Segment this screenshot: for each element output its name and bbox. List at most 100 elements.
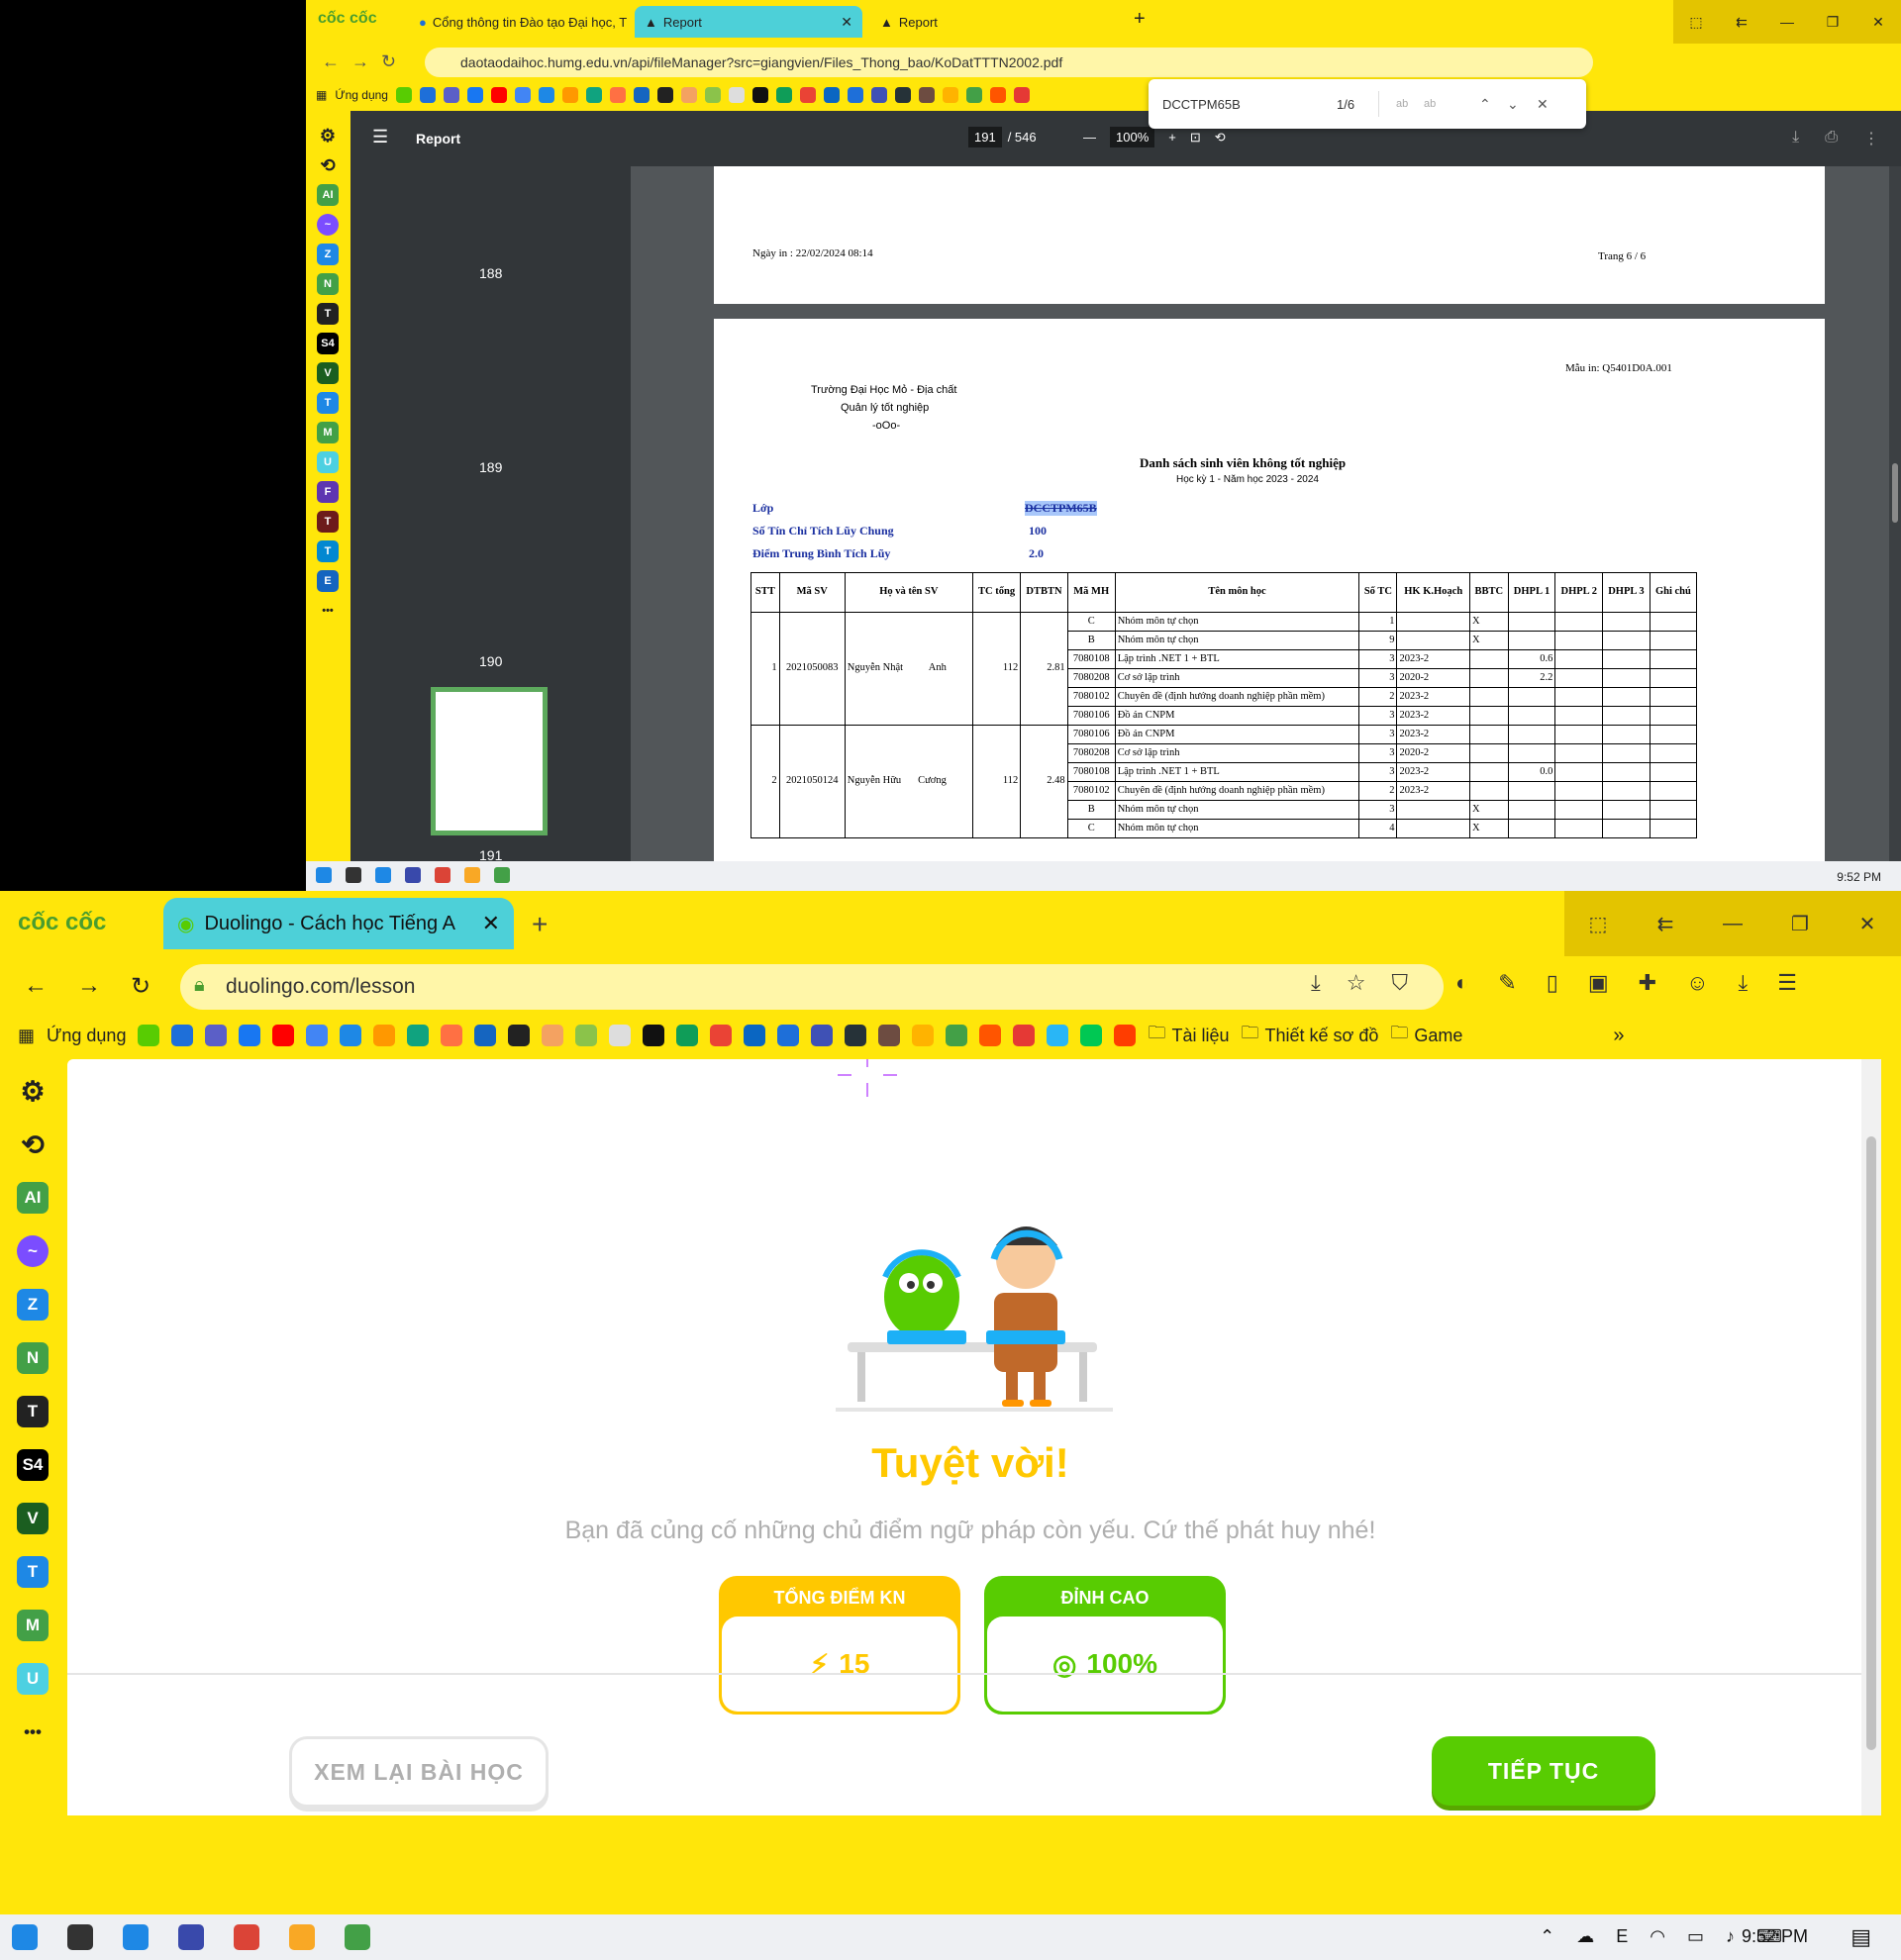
address-bar[interactable]: 🔒︎ duolingo.com/lesson xyxy=(180,964,1444,1010)
v-app-icon[interactable]: V xyxy=(17,1503,49,1534)
bot-icon[interactable] xyxy=(845,1025,867,1046)
gear-icon[interactable]: ⚙ xyxy=(317,125,339,147)
flag-icon[interactable] xyxy=(633,87,650,103)
u-app-icon[interactable]: U xyxy=(17,1663,49,1695)
ai-icon[interactable]: AI xyxy=(17,1182,49,1214)
thumb-number[interactable]: 188 xyxy=(479,265,502,281)
zoom-in-icon[interactable]: + xyxy=(1168,130,1176,145)
star-icon[interactable] xyxy=(847,87,863,103)
battery-icon[interactable]: ▭ xyxy=(1687,1926,1704,1947)
t-app-icon[interactable]: T xyxy=(317,303,339,325)
close-window-button[interactable]: ✕ xyxy=(1855,0,1901,44)
va-icon[interactable] xyxy=(751,87,768,103)
folder-icon[interactable] xyxy=(289,1924,315,1950)
rotate-icon[interactable]: ⟲ xyxy=(1215,130,1226,146)
thumbnail-selected[interactable] xyxy=(431,687,548,835)
whole-word-icon[interactable]: ab xyxy=(1424,98,1436,110)
chrome-icon[interactable] xyxy=(234,1924,259,1950)
zalo-icon[interactable] xyxy=(123,1924,149,1950)
soundcloud-icon[interactable] xyxy=(989,87,1006,103)
more-options-icon[interactable]: ⋮ xyxy=(1863,129,1879,148)
find-prev-icon[interactable]: ⌃ xyxy=(1479,96,1491,113)
download-icon[interactable]: ⤓ xyxy=(1739,970,1749,996)
new-tab-button[interactable]: + xyxy=(1134,8,1146,31)
extension-color-icon[interactable]: ◐ xyxy=(1455,970,1468,996)
restore-button[interactable]: ❐ xyxy=(1766,891,1834,956)
tab-duolingo[interactable]: ◉ Duolingo - Cách học Tiếng A ✕ xyxy=(163,898,514,949)
more-bookmarks-icon[interactable]: » xyxy=(1613,1025,1624,1047)
person-icon[interactable] xyxy=(918,87,935,103)
menu-icon[interactable]: ☰ xyxy=(372,127,388,147)
shield-icon[interactable]: ⛉ xyxy=(1391,970,1408,996)
grammarly-icon[interactable] xyxy=(704,87,721,103)
clock[interactable]: 9:52 PM xyxy=(1837,870,1881,884)
zalo-icon[interactable]: Z xyxy=(317,244,339,265)
extension-phone-icon[interactable]: ▯ xyxy=(1547,970,1558,996)
avatar-icon[interactable] xyxy=(680,87,697,103)
cloud-icon[interactable]: ☁︎ xyxy=(1576,1926,1594,1947)
print-icon[interactable]: ⎙ xyxy=(1825,129,1838,148)
flag-icon[interactable] xyxy=(474,1025,497,1046)
sidebar-toggle-icon[interactable]: ⇇ xyxy=(1632,891,1699,956)
history-icon[interactable]: ⟲ xyxy=(17,1128,49,1160)
b-icon[interactable] xyxy=(946,1025,968,1046)
tab-portal[interactable]: ● Cổng thông tin Đào tạo Đại học, T xyxy=(409,6,627,38)
bird-icon[interactable] xyxy=(1047,1025,1069,1046)
coccoc-logo[interactable]: cốc cốc xyxy=(18,909,106,936)
page-number-input[interactable]: 191 xyxy=(968,127,1002,147)
github-icon[interactable] xyxy=(656,87,673,103)
gear-icon[interactable]: ⚙ xyxy=(17,1075,49,1107)
zoom-out-icon[interactable]: — xyxy=(1083,130,1096,145)
calendar-icon[interactable] xyxy=(538,87,554,103)
soundcloud-icon[interactable] xyxy=(979,1025,1002,1046)
coccoc-logo[interactable]: cốc cốc xyxy=(318,10,377,28)
bookmark-apps-label[interactable]: Ứng dụng xyxy=(47,1026,126,1046)
fit-page-icon[interactable]: ⊡ xyxy=(1190,130,1201,146)
menu-icon[interactable]: ☰ xyxy=(1777,970,1797,996)
apps-icon[interactable]: ▦ xyxy=(316,88,327,102)
n-app-icon[interactable]: N xyxy=(317,273,339,295)
t-light-app-icon[interactable]: T xyxy=(317,540,339,562)
va-icon[interactable] xyxy=(643,1025,665,1046)
zalo-icon[interactable] xyxy=(375,867,391,883)
tab-report-active[interactable]: ▲ Report ✕ xyxy=(635,6,862,38)
v-app-icon[interactable]: V xyxy=(317,362,339,384)
chatgpt-icon[interactable] xyxy=(585,87,602,103)
app-icon[interactable] xyxy=(67,1924,93,1950)
x-icon[interactable] xyxy=(1114,1025,1137,1046)
close-icon[interactable]: ✕ xyxy=(841,14,852,31)
google-icon[interactable] xyxy=(710,1025,733,1046)
reload-button[interactable]: ↻ xyxy=(131,972,150,1001)
find-input[interactable]: DCCTPM65B xyxy=(1162,97,1241,112)
minimize-button[interactable]: — xyxy=(1764,0,1810,44)
globe-icon[interactable] xyxy=(171,1025,194,1046)
drive-icon[interactable] xyxy=(676,1025,699,1046)
review-lesson-button[interactable]: XEM LẠI BÀI HỌC xyxy=(289,1736,549,1808)
address-bar[interactable]: daotaodaihoc.humg.edu.vn/api/fileManager… xyxy=(425,48,1593,77)
scroll-thumb[interactable] xyxy=(1892,463,1898,523)
n-app-icon[interactable]: N xyxy=(17,1342,49,1374)
s4-app-icon[interactable]: S4 xyxy=(17,1449,49,1481)
more-icon[interactable]: ••• xyxy=(17,1716,49,1748)
folder-bookmark[interactable]: 🗀︎ Thiết kế sơ đồ xyxy=(1241,1021,1378,1050)
coccoc-icon[interactable] xyxy=(345,1924,370,1950)
calendar-icon[interactable] xyxy=(340,1025,362,1046)
linkedin-icon[interactable] xyxy=(744,1025,766,1046)
folder-bookmark[interactable]: 🗀︎ Game xyxy=(1390,1021,1462,1050)
e-app-icon[interactable]: E xyxy=(317,570,339,592)
close-window-button[interactable]: ✕ xyxy=(1834,891,1901,956)
unity-icon[interactable] xyxy=(912,1025,935,1046)
youtube-icon[interactable] xyxy=(272,1025,295,1046)
chrome-icon[interactable] xyxy=(435,867,450,883)
minimize-button[interactable]: — xyxy=(1699,891,1766,956)
t-app-icon[interactable]: T xyxy=(17,1396,49,1427)
notification-icon[interactable]: ▤ xyxy=(1851,1924,1871,1950)
person-icon[interactable] xyxy=(878,1025,901,1046)
audio-icon[interactable] xyxy=(1080,1025,1103,1046)
bookmark-apps-label[interactable]: Ứng dụng xyxy=(335,88,388,102)
match-case-icon[interactable]: ab xyxy=(1396,98,1408,110)
history-icon[interactable]: ⟲ xyxy=(317,154,339,176)
pdf-scrollbar[interactable] xyxy=(1889,166,1901,861)
youtube-icon[interactable] xyxy=(490,87,507,103)
install-icon[interactable]: ⤓ xyxy=(1311,970,1321,996)
